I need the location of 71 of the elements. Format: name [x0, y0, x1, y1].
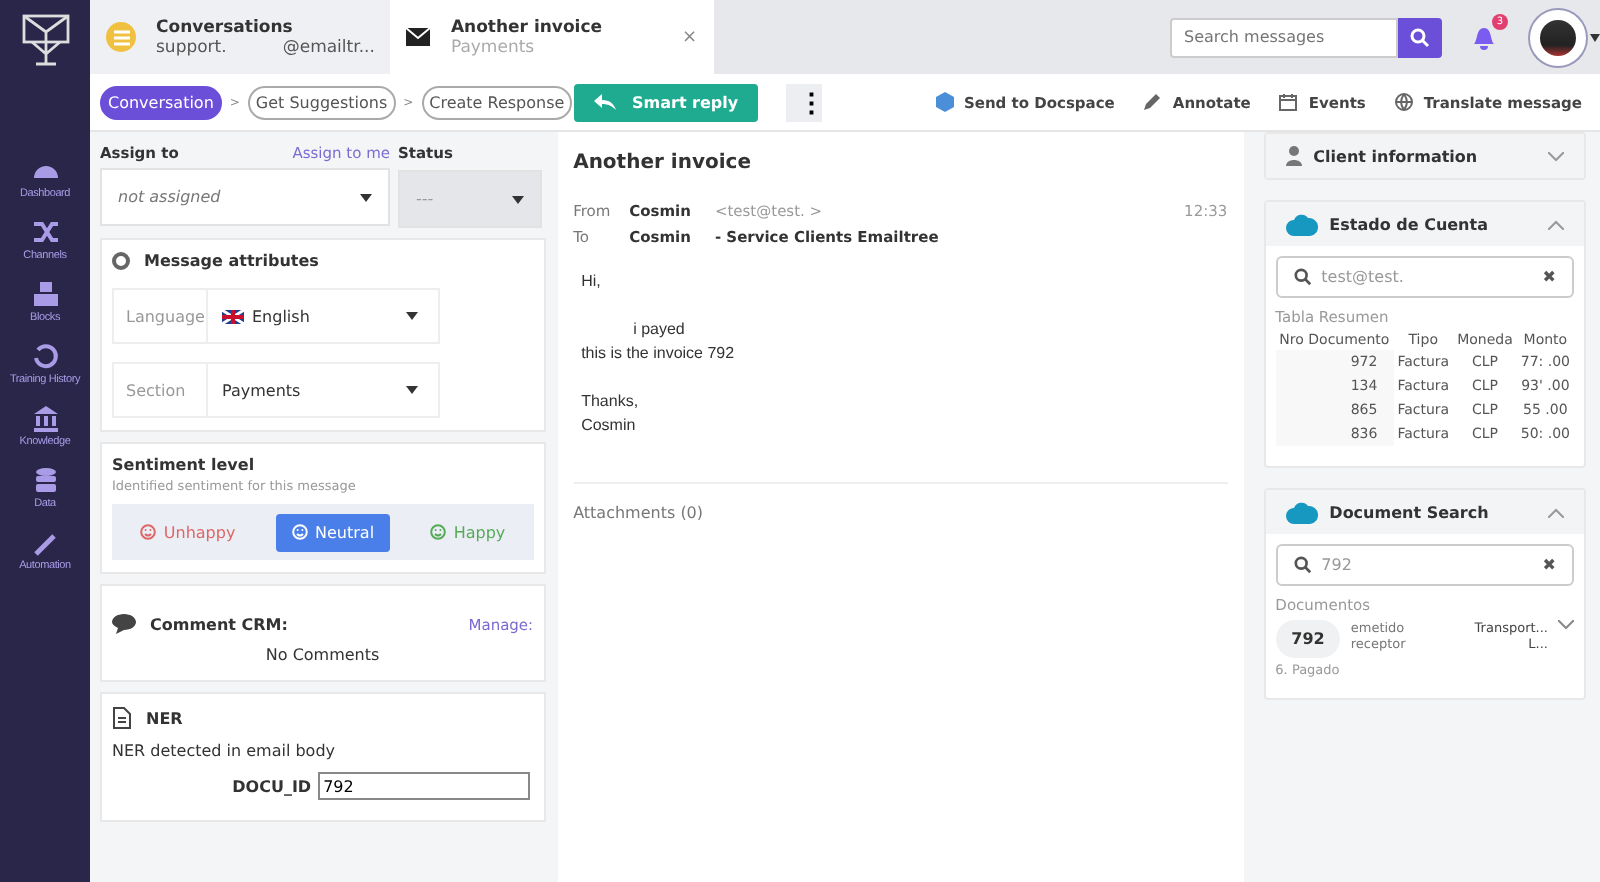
conversation-tab[interactable]: Conversations support. @emailtr...	[90, 0, 391, 74]
history-icon	[31, 342, 59, 370]
search-icon	[1293, 268, 1312, 286]
card-title: NER	[146, 709, 183, 727]
chevron-down-icon	[1548, 151, 1564, 161]
body-line: i payed	[631, 318, 687, 342]
search-field[interactable]: 792 ✖	[1275, 544, 1574, 586]
envelope-icon	[406, 28, 431, 46]
card-title: Sentiment level	[112, 456, 257, 474]
more-button[interactable]: ⋮	[786, 83, 823, 121]
body-line: Thanks,	[581, 390, 641, 414]
attribute-select[interactable]: Language English	[112, 288, 440, 344]
clear-icon[interactable]: ✖	[1542, 556, 1556, 574]
document-number: 792	[1275, 620, 1341, 658]
docu-id-field[interactable]: 792	[317, 772, 530, 800]
card-title: Message attributes	[144, 252, 319, 270]
bank-icon	[31, 404, 59, 432]
step-button[interactable]: Get Suggestions	[247, 85, 396, 119]
clear-icon[interactable]: ✖	[1542, 268, 1556, 286]
caret-icon[interactable]	[1590, 33, 1600, 41]
cloud-icon	[1285, 501, 1318, 523]
pencil-icon	[1142, 92, 1163, 112]
list-icon	[106, 22, 136, 52]
cube-icon	[935, 92, 954, 112]
chevron-down-icon[interactable]	[1558, 620, 1574, 630]
attribute-select[interactable]: Section Payments	[112, 362, 440, 418]
bell-icon[interactable]	[1470, 22, 1498, 52]
speech-bubble-icon	[112, 614, 136, 634]
shuffle-icon	[31, 218, 59, 246]
field-label: DOCU_ID	[232, 777, 312, 795]
caret-icon	[512, 195, 524, 203]
search-field[interactable]: Search messages	[1170, 17, 1398, 57]
search-field[interactable]: test@test. ✖	[1275, 256, 1574, 298]
empty-message: No Comments	[263, 646, 382, 664]
caret-icon	[406, 312, 418, 320]
smiley-icon	[139, 524, 156, 540]
person-icon	[1285, 146, 1302, 166]
close-icon[interactable]: ×	[682, 27, 698, 47]
body-line: this is the invoice 792	[581, 342, 737, 366]
reply-icon	[594, 94, 616, 110]
panel-header[interactable]: Estado de Cuenta	[1265, 202, 1584, 246]
step-button[interactable]: Conversation	[100, 85, 222, 119]
search-button[interactable]	[1398, 17, 1442, 57]
document-icon	[112, 706, 132, 730]
body-line: Cosmin	[581, 414, 638, 438]
chevron-up-icon	[1548, 219, 1564, 229]
caret-icon	[406, 386, 418, 394]
avatar[interactable]	[1530, 9, 1586, 65]
cubes-icon	[31, 280, 59, 308]
panel-header[interactable]: Client information	[1265, 134, 1584, 178]
globe-icon	[1393, 92, 1414, 112]
calendar-icon	[1278, 92, 1299, 112]
database-icon	[31, 466, 59, 494]
smiley-icon	[429, 524, 446, 540]
search-icon	[1293, 556, 1312, 574]
caret-icon	[360, 193, 372, 201]
card-subtitle: NER detected in email body	[112, 742, 338, 760]
chevron-up-icon	[1548, 507, 1564, 517]
search-icon	[1410, 27, 1430, 47]
cloud-icon	[1285, 213, 1318, 235]
message-subject: Another invoice	[573, 152, 753, 174]
flag-icon	[222, 309, 244, 323]
card-title: Comment CRM:	[150, 615, 288, 633]
attachments-label: Attachments (0)	[573, 504, 706, 522]
smiley-icon	[291, 524, 308, 540]
step-button[interactable]: Create Response	[421, 85, 573, 119]
body-line: Hi,	[581, 270, 603, 294]
sentiment-option[interactable]: Neutral	[275, 513, 391, 551]
assignee-select[interactable]: not assigned	[100, 168, 390, 226]
panel-header[interactable]: Document Search	[1265, 490, 1584, 534]
conversation-tab[interactable]: Another invoice Payments ×	[390, 0, 714, 74]
